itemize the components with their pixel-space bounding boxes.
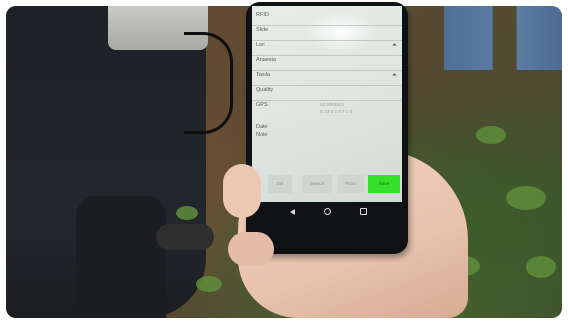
field-label: Quality (256, 87, 274, 93)
plant-leaf (196, 276, 222, 292)
back-icon[interactable] (290, 209, 295, 215)
plant-leaf (476, 126, 506, 144)
finger (228, 232, 274, 266)
field-rfid[interactable]: RFID (252, 10, 402, 26)
plant-leaf (506, 186, 546, 210)
field-label: Loc (256, 42, 265, 48)
plant-leaf (176, 206, 198, 220)
save-button[interactable]: Save (368, 175, 400, 193)
recent-apps-icon[interactable] (360, 208, 367, 215)
field-label: Anaesia (256, 57, 276, 63)
gps-longitude: N 33 0 2 8 9 1 0 (320, 109, 353, 114)
field-label: Taxila (256, 72, 271, 78)
delete-button[interactable]: Del (268, 175, 292, 193)
plant-leaf (526, 256, 556, 278)
app-screen: RFID Slide Loc Anaesia Taxila Quality GP… (252, 6, 402, 202)
field-taxila[interactable]: Taxila (252, 70, 402, 86)
field-gps[interactable]: GPS 53.9093913 N 33 0 2 8 9 1 0 (252, 100, 402, 124)
field-loc[interactable]: Loc (252, 40, 402, 56)
field-label: GPS (256, 102, 268, 108)
field-label: RFID (256, 12, 269, 18)
dropdown-arrow-icon[interactable] (392, 43, 397, 48)
thumb (223, 164, 261, 218)
field-label: Note (256, 132, 268, 138)
field-slide[interactable]: Slide (252, 25, 402, 41)
shoe (156, 224, 214, 250)
field-label: Slide (256, 27, 269, 33)
field-anaesia[interactable]: Anaesia (252, 55, 402, 71)
home-icon[interactable] (324, 208, 331, 215)
search-button[interactable]: Search (302, 175, 332, 193)
field-note[interactable]: Note (252, 130, 402, 140)
smartphone: RFID Slide Loc Anaesia Taxila Quality GP… (246, 2, 408, 254)
person-jeans (444, 6, 562, 70)
field-quality[interactable]: Quality (252, 85, 402, 101)
android-nav-bar (252, 205, 402, 221)
person-leg (76, 196, 166, 318)
photo-button[interactable]: Photo (338, 175, 364, 193)
dropdown-arrow-icon[interactable] (392, 73, 397, 78)
gps-latitude: 53.9093913 (320, 102, 344, 107)
device-cable (184, 32, 233, 134)
